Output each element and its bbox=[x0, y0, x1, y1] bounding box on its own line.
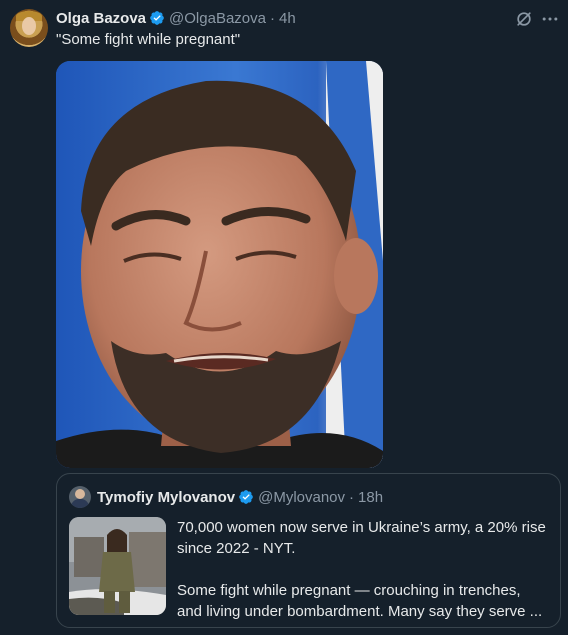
quoted-text-line: and living under bombardment. Many say t… bbox=[177, 603, 543, 620]
tweet-time[interactable]: 4h bbox=[279, 10, 296, 27]
quoted-tweet[interactable]: Tymofiy Mylovanov @Mylovanov · 18h 70,00… bbox=[56, 473, 561, 628]
quoted-text-line: Some fight while pregnant — crouching in… bbox=[177, 582, 521, 599]
verified-badge-icon bbox=[239, 490, 253, 504]
quoted-author-handle[interactable]: @Mylovanov bbox=[258, 489, 345, 506]
quoted-tweet-text: 70,000 women now serve in Ukraine’s army… bbox=[177, 517, 555, 622]
quoted-author-avatar[interactable] bbox=[69, 486, 91, 508]
tweet-photo[interactable] bbox=[56, 61, 383, 468]
verified-badge-icon bbox=[150, 11, 164, 25]
grok-icon[interactable] bbox=[514, 9, 534, 29]
tweet-text: "Some fight while pregnant" bbox=[56, 31, 241, 48]
tweet-header: Olga Bazova @OlgaBazova · 4h bbox=[56, 8, 296, 28]
photo-man-grimacing-flag-background bbox=[56, 61, 383, 468]
more-icon[interactable] bbox=[540, 9, 560, 29]
quoted-author-name[interactable]: Tymofiy Mylovanov bbox=[97, 489, 235, 506]
photo-woman-soldier bbox=[69, 517, 166, 615]
quoted-tweet-thumbnail[interactable] bbox=[69, 517, 166, 615]
separator-dot: · bbox=[349, 488, 355, 506]
author-handle[interactable]: @OlgaBazova bbox=[169, 10, 266, 27]
quoted-tweet-time[interactable]: 18h bbox=[358, 489, 383, 506]
author-avatar[interactable] bbox=[10, 9, 48, 47]
separator-dot: · bbox=[269, 9, 275, 27]
quoted-text-line: 70,000 women now serve in Ukraine’s army… bbox=[177, 519, 546, 536]
quoted-text-line: since 2022 - NYT. bbox=[177, 540, 296, 557]
quoted-tweet-header: Tymofiy Mylovanov @Mylovanov · 18h bbox=[97, 487, 383, 507]
author-name[interactable]: Olga Bazova bbox=[56, 10, 146, 27]
